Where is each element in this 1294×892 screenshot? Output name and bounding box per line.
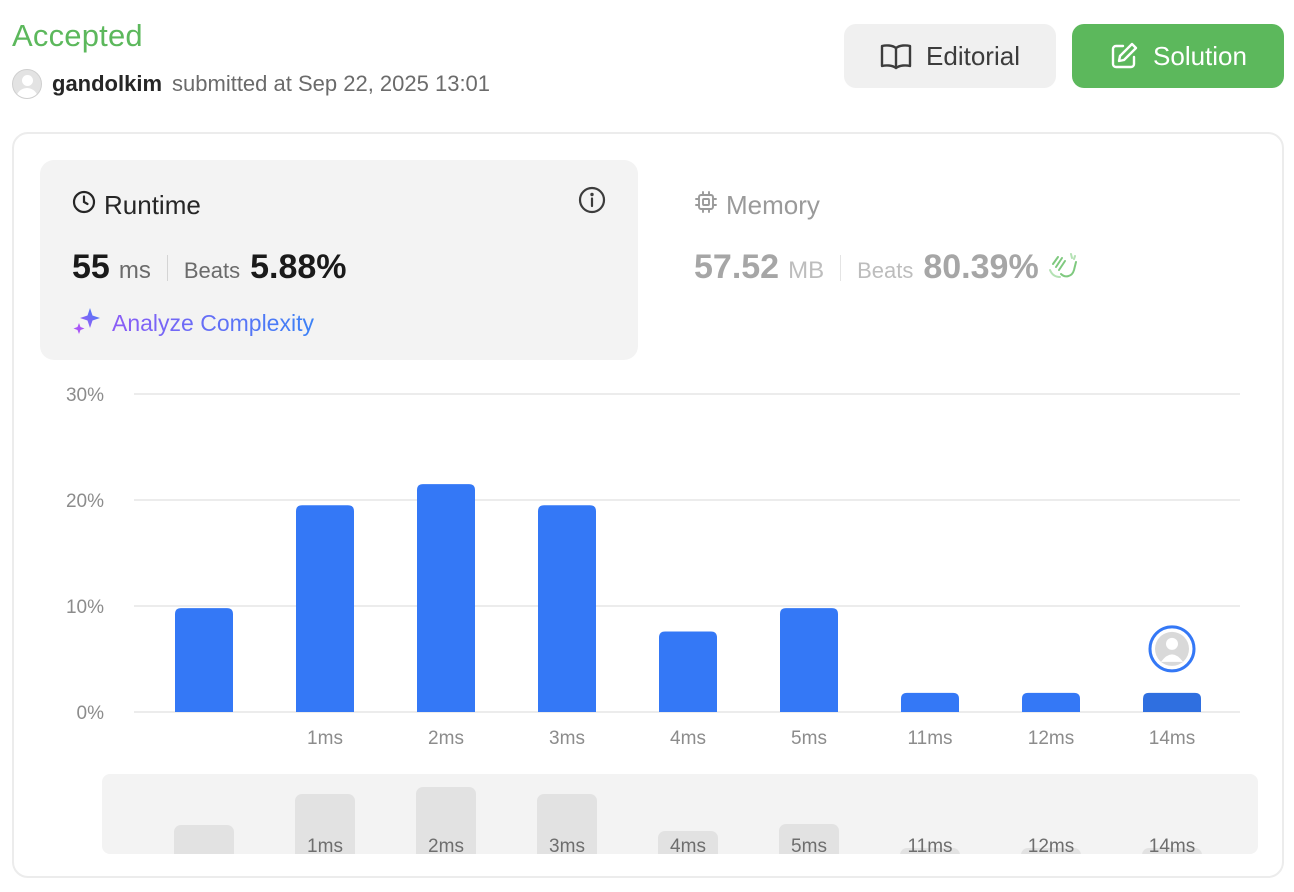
- runtime-metrics: 55 ms Beats 5.88%: [72, 248, 347, 287]
- x-tick-label: 4ms: [670, 728, 706, 749]
- x-tick-label: 2ms: [428, 728, 464, 749]
- memory-metrics: 57.52 MB Beats 80.39%: [694, 248, 1079, 287]
- overview-tick-label: 1ms: [307, 836, 343, 854]
- bar: [175, 608, 233, 712]
- chip-icon: [694, 190, 718, 221]
- clock-icon: [72, 190, 96, 221]
- info-icon[interactable]: [578, 186, 606, 219]
- clap-icon: [1047, 250, 1079, 285]
- bar: [1143, 692, 1201, 712]
- x-tick-label: 5ms: [791, 728, 827, 749]
- x-tick-label: 12ms: [1028, 728, 1074, 749]
- user-avatar[interactable]: [12, 69, 42, 99]
- x-tick-label: 14ms: [1149, 728, 1195, 749]
- y-tick-label: 20%: [66, 491, 104, 512]
- runtime-distribution-chart: 0% 10% 20% 30% 1ms 2ms 3ms 4ms 5ms 11ms 12ms 14ms: [14, 378, 1282, 758]
- submitter-info: gandolkim submitted at Sep 22, 2025 13:0…: [12, 68, 490, 100]
- overview-tick-label: 4ms: [670, 836, 706, 854]
- overview-bar: [174, 825, 234, 854]
- memory-unit: MB: [788, 257, 825, 284]
- user-position-marker: [1148, 625, 1196, 673]
- bar: [659, 631, 717, 712]
- bar: [1022, 692, 1080, 712]
- metric-divider: [840, 254, 842, 281]
- edit-icon: [1109, 41, 1139, 71]
- overview-tick-label: 5ms: [791, 836, 827, 854]
- bar: [780, 608, 838, 712]
- overview-tick-label: 11ms: [907, 836, 952, 854]
- submitted-time: submitted at Sep 22, 2025 13:01: [172, 71, 491, 96]
- runtime-title-text: Runtime: [104, 190, 201, 220]
- memory-beats-label: Beats: [857, 258, 914, 283]
- result-panel: Runtime 55 ms Beats 5.88% Analyze Comple…: [12, 132, 1284, 878]
- book-icon: [880, 42, 912, 70]
- sparkle-icon: [72, 306, 102, 340]
- memory-value: 57.52: [694, 248, 780, 286]
- runtime-unit: ms: [118, 257, 151, 284]
- bar: [538, 505, 596, 712]
- username-link[interactable]: gandolkim: [52, 71, 162, 97]
- bar: [296, 505, 354, 712]
- y-tick-label: 0%: [77, 703, 105, 724]
- x-tick-label: 3ms: [549, 728, 585, 749]
- bar: [901, 692, 959, 712]
- solution-button[interactable]: Solution: [1072, 24, 1284, 88]
- chart-canvas: 0% 10% 20% 30% 1ms 2ms 3ms 4ms 5ms 11ms 12ms 14ms: [66, 385, 1240, 749]
- chart-overview-scrollbar[interactable]: 1ms 2ms 3ms 4ms 5ms 11ms 12ms 14ms: [102, 774, 1258, 854]
- memory-beats-value: 80.39%: [923, 248, 1039, 286]
- runtime-value: 55: [72, 248, 110, 286]
- overview-tick-label: 12ms: [1028, 836, 1074, 854]
- submission-status: Accepted: [12, 18, 143, 53]
- y-tick-label: 30%: [66, 385, 104, 406]
- editorial-button[interactable]: Editorial: [844, 24, 1056, 88]
- overview-canvas: 1ms 2ms 3ms 4ms 5ms 11ms 12ms 14ms: [174, 787, 1202, 854]
- runtime-beats-value: 5.88%: [250, 248, 347, 286]
- overview-tick-label: 14ms: [1149, 836, 1195, 854]
- analyze-complexity-label: Analyze Complexity: [112, 309, 314, 336]
- memory-card[interactable]: Memory 57.52 MB Beats 80.39%: [680, 160, 1240, 360]
- x-tick-label: 11ms: [907, 728, 952, 749]
- overview-tick-label: 2ms: [428, 836, 464, 854]
- x-tick-label: 1ms: [307, 728, 343, 749]
- memory-title-text: Memory: [726, 190, 820, 220]
- solution-label: Solution: [1153, 40, 1247, 71]
- runtime-title: Runtime: [72, 190, 201, 221]
- marker-avatar-head: [1166, 637, 1178, 650]
- editorial-label: Editorial: [926, 40, 1020, 71]
- runtime-beats-label: Beats: [183, 258, 241, 283]
- memory-title: Memory: [694, 190, 820, 221]
- bar: [417, 484, 475, 712]
- y-tick-label: 10%: [66, 597, 104, 618]
- overview-tick-label: 3ms: [549, 836, 585, 854]
- analyze-complexity-button[interactable]: Analyze Complexity: [72, 306, 314, 340]
- runtime-card[interactable]: Runtime 55 ms Beats 5.88% Analyze Comple…: [40, 160, 638, 360]
- metric-divider: [166, 254, 168, 281]
